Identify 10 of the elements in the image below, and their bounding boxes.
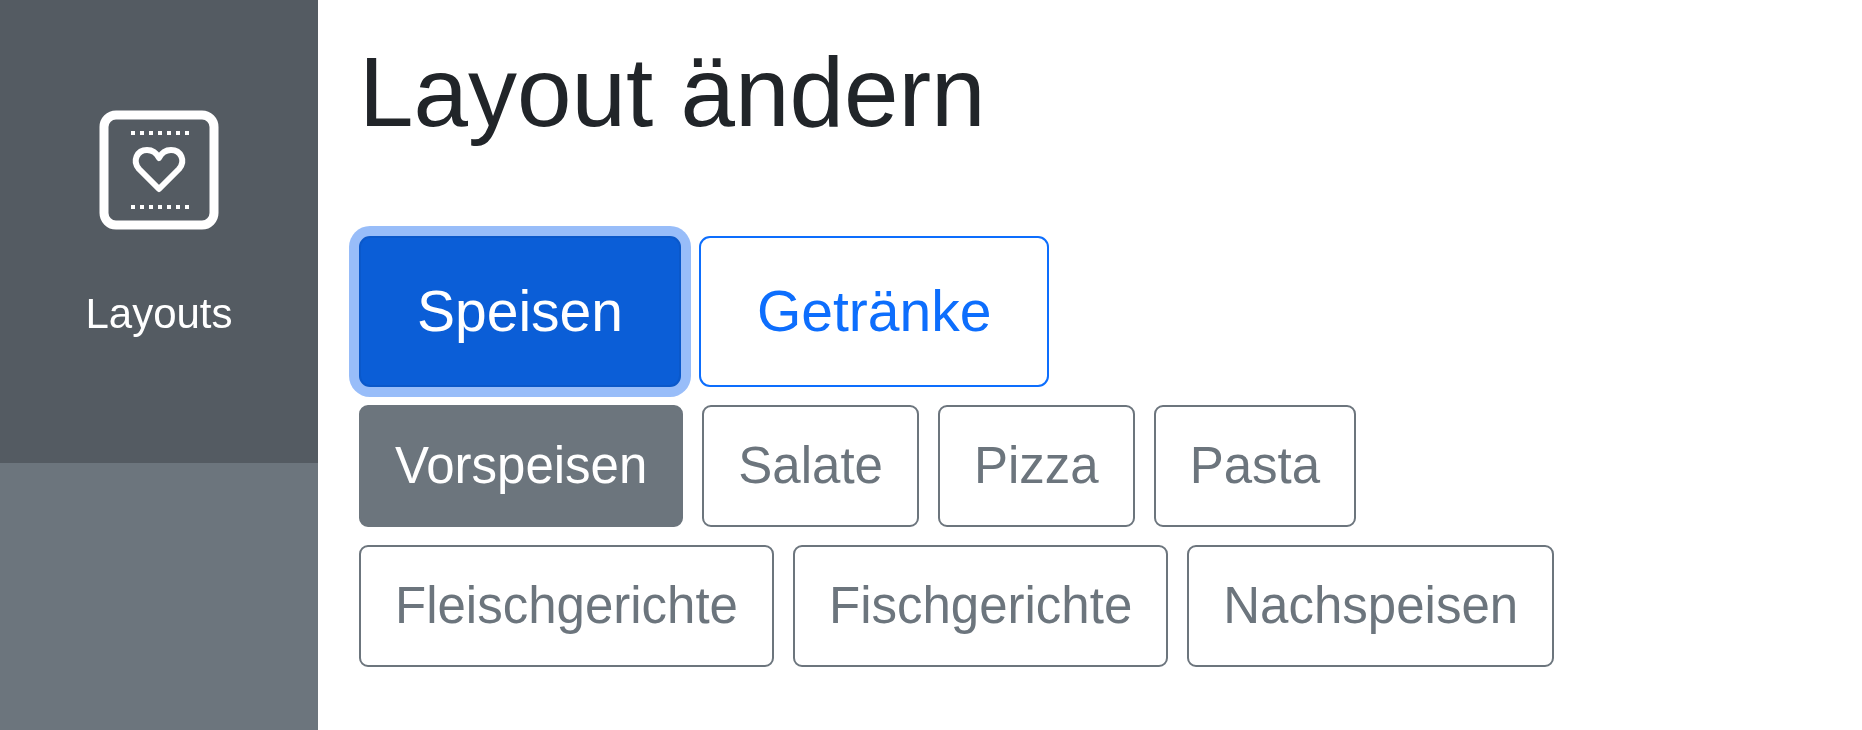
category-button[interactable]: Salate	[702, 404, 919, 527]
page-title: Layout ändern	[359, 36, 987, 149]
menu-tab[interactable]: Getränke	[699, 235, 1050, 387]
category-button[interactable]: Nachspeisen	[1187, 544, 1555, 667]
category-button[interactable]: Vorspeisen	[359, 404, 684, 527]
category-button[interactable]: Fischgerichte	[793, 544, 1169, 667]
category-button[interactable]: Pasta	[1153, 404, 1357, 527]
sidebar-item[interactable]: Layouts	[0, 0, 318, 463]
category-button[interactable]: Pizza	[937, 404, 1135, 527]
category-button[interactable]: Fleischgerichte	[359, 544, 774, 667]
